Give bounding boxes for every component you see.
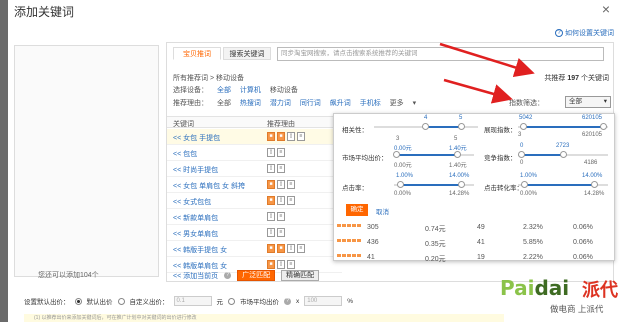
default-bid-settings: 设置默认出价： 默认出价 自定义出价： 0.1 元 市场平均出价 ? x 100… — [24, 296, 354, 306]
custom-bid-input[interactable]: 0.1 — [173, 296, 212, 306]
custom-bid-radio[interactable] — [117, 297, 125, 305]
default-bid-radio[interactable] — [74, 297, 82, 305]
help-icon: ? — [284, 297, 291, 305]
percent-input[interactable]: 100 — [304, 296, 343, 306]
notice-bar: (1) 以推荐出价来添加关键词后，可在推广计划中对关键词的出价进行修改 — [24, 314, 504, 322]
add-keyword-dialog: 添加关键词 × ? 如何设置关键词 您还可以添加104个 宝贝推词 搜索关键词 … — [8, 0, 620, 322]
market-avg-radio[interactable] — [228, 297, 235, 305]
paidai-watermark: Paidai 派代 做电商 上派代 — [500, 276, 618, 314]
annotation-arrows — [439, 42, 535, 104]
